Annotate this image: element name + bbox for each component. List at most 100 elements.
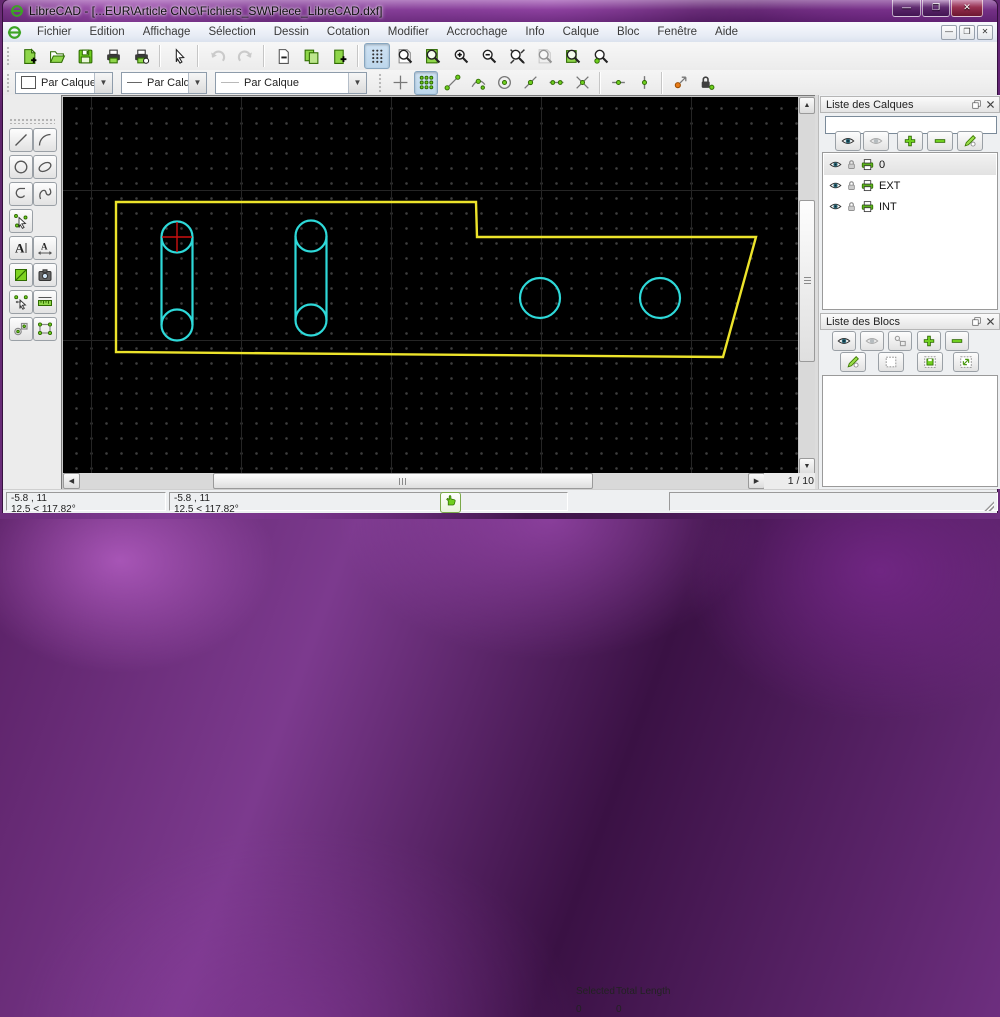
layer-lock-icon[interactable] — [845, 179, 858, 192]
layer-row-int[interactable]: INT — [824, 196, 996, 217]
layer-print-icon[interactable] — [861, 179, 874, 192]
layer-visible-icon[interactable] — [829, 200, 842, 213]
frame-button[interactable] — [878, 352, 904, 372]
menu-item-slection[interactable]: Sélection — [199, 23, 264, 41]
paste-button[interactable] — [326, 43, 352, 69]
maximize-button[interactable]: ❐ — [922, 0, 950, 17]
dimension-tool-button[interactable]: A — [33, 236, 57, 260]
minus-button[interactable] — [945, 331, 969, 351]
minus-button[interactable] — [927, 131, 953, 151]
layer-lock-icon[interactable] — [845, 158, 858, 171]
chevron-down-icon[interactable]: ▼ — [188, 72, 206, 93]
order-tool-button[interactable] — [9, 317, 33, 341]
block-gray-button[interactable] — [888, 331, 912, 351]
menu-item-accrochage[interactable]: Accrochage — [438, 23, 517, 41]
mdi-minimize-button[interactable]: — — [941, 25, 957, 40]
zoom-window-button[interactable] — [560, 43, 586, 69]
zoom-prev-button[interactable] — [532, 43, 558, 69]
frame-insert-button[interactable] — [953, 352, 979, 372]
menu-item-fichier[interactable]: Fichier — [28, 23, 81, 41]
blocks-panel-title[interactable]: Liste des Blocs — [820, 313, 1000, 330]
spline-tool-button[interactable] — [33, 182, 57, 206]
frame-save-button[interactable] — [917, 352, 943, 372]
plus-button[interactable] — [917, 331, 941, 351]
layer-visible-icon[interactable] — [829, 179, 842, 192]
layer-row-ext[interactable]: EXT — [824, 175, 996, 196]
blocks-close-icon[interactable] — [985, 316, 996, 332]
ellipse-tool-button[interactable] — [33, 155, 57, 179]
chevron-down-icon[interactable]: ▼ — [94, 72, 112, 93]
palette-drag-handle[interactable] — [9, 118, 55, 124]
print-preview-button[interactable] — [128, 43, 154, 69]
hatch-tool-button[interactable] — [9, 263, 33, 287]
grid-button[interactable] — [364, 43, 390, 69]
mdi-restore-button[interactable]: ❐ — [959, 25, 975, 40]
layer-row-0[interactable]: 0 — [824, 154, 996, 175]
menu-item-edition[interactable]: Edition — [81, 23, 134, 41]
drawing-canvas[interactable] — [63, 97, 798, 473]
menu-item-cotation[interactable]: Cotation — [318, 23, 379, 41]
open-file-button[interactable] — [44, 43, 70, 69]
layer-print-icon[interactable] — [861, 200, 874, 213]
layer-visible-icon[interactable] — [829, 158, 842, 171]
zoom-pan-button[interactable] — [588, 43, 614, 69]
menu-item-modifier[interactable]: Modifier — [379, 23, 438, 41]
polyline-tool-button[interactable] — [9, 182, 33, 206]
print-button[interactable] — [100, 43, 126, 69]
layer-print-icon[interactable] — [861, 158, 874, 171]
pen-combo-type[interactable]: Par Calque ▼ — [215, 71, 367, 94]
toolbar-drag-handle[interactable] — [6, 46, 11, 66]
move-tool-button[interactable] — [9, 290, 33, 314]
pencil-button[interactable] — [957, 131, 983, 151]
window-resize-grip[interactable] — [983, 500, 994, 511]
snap-middle-button[interactable] — [518, 71, 542, 95]
eye-off-button[interactable] — [860, 331, 884, 351]
redraw-button[interactable] — [392, 43, 418, 69]
layers-float-icon[interactable] — [971, 99, 982, 115]
zoom-out-button[interactable] — [476, 43, 502, 69]
arc-tool-button[interactable] — [33, 128, 57, 152]
pen-combo-width[interactable]: Par Calque ▼ — [121, 71, 207, 94]
toolbar-drag-handle[interactable] — [378, 72, 383, 93]
scroll-left-button[interactable]: ◀ — [63, 473, 80, 489]
mdi-close-button[interactable]: ✕ — [977, 25, 993, 40]
minimize-button[interactable]: — — [892, 0, 921, 17]
toolbar-drag-handle[interactable] — [6, 72, 11, 93]
menu-item-fentre[interactable]: Fenêtre — [648, 23, 706, 41]
circle-tool-button[interactable] — [9, 155, 33, 179]
menu-item-affichage[interactable]: Affichage — [134, 23, 200, 41]
vertical-scrollbar[interactable]: ▲ ▼ — [799, 97, 815, 475]
block-list[interactable] — [822, 375, 998, 487]
title-bar[interactable]: LibreCAD - [...EUR\Article CNC\Fichiers_… — [3, 0, 997, 22]
chevron-down-icon[interactable]: ▼ — [348, 72, 366, 93]
vertical-scroll-thumb[interactable] — [799, 200, 815, 362]
close-button[interactable]: ✕ — [951, 0, 983, 17]
pencil-button[interactable] — [840, 352, 866, 372]
undo-button[interactable] — [204, 43, 230, 69]
image-tool-button[interactable] — [33, 263, 57, 287]
menu-item-calque[interactable]: Calque — [554, 23, 608, 41]
menu-item-aide[interactable]: Aide — [706, 23, 747, 41]
snap-distance-button[interactable] — [544, 71, 568, 95]
snap-intersection-button[interactable] — [570, 71, 594, 95]
page-minus-button[interactable] — [270, 43, 296, 69]
snap-grid-button[interactable] — [414, 70, 438, 95]
scroll-right-button[interactable]: ▶ — [748, 473, 765, 489]
snap-center-button[interactable] — [492, 71, 516, 95]
crosshair-button[interactable] — [388, 71, 412, 95]
snap-entity-button[interactable] — [466, 71, 490, 95]
text-tool-button[interactable]: A — [9, 236, 33, 260]
line-tool-button[interactable] — [9, 128, 33, 152]
coordinate-widget-button[interactable] — [440, 492, 461, 513]
horizontal-scroll-thumb[interactable] — [213, 473, 593, 489]
eye-button[interactable] — [832, 331, 856, 351]
zoom-auto-button[interactable] — [504, 43, 530, 69]
zoom-in-button[interactable] — [448, 43, 474, 69]
new-file-button[interactable] — [16, 43, 42, 69]
snap-endpoint-button[interactable] — [440, 71, 464, 95]
select-tool-button[interactable] — [9, 209, 33, 233]
scroll-up-button[interactable]: ▲ — [799, 97, 815, 114]
block-tool-button[interactable] — [33, 317, 57, 341]
blocks-float-icon[interactable] — [971, 316, 982, 332]
menu-item-info[interactable]: Info — [516, 23, 553, 41]
